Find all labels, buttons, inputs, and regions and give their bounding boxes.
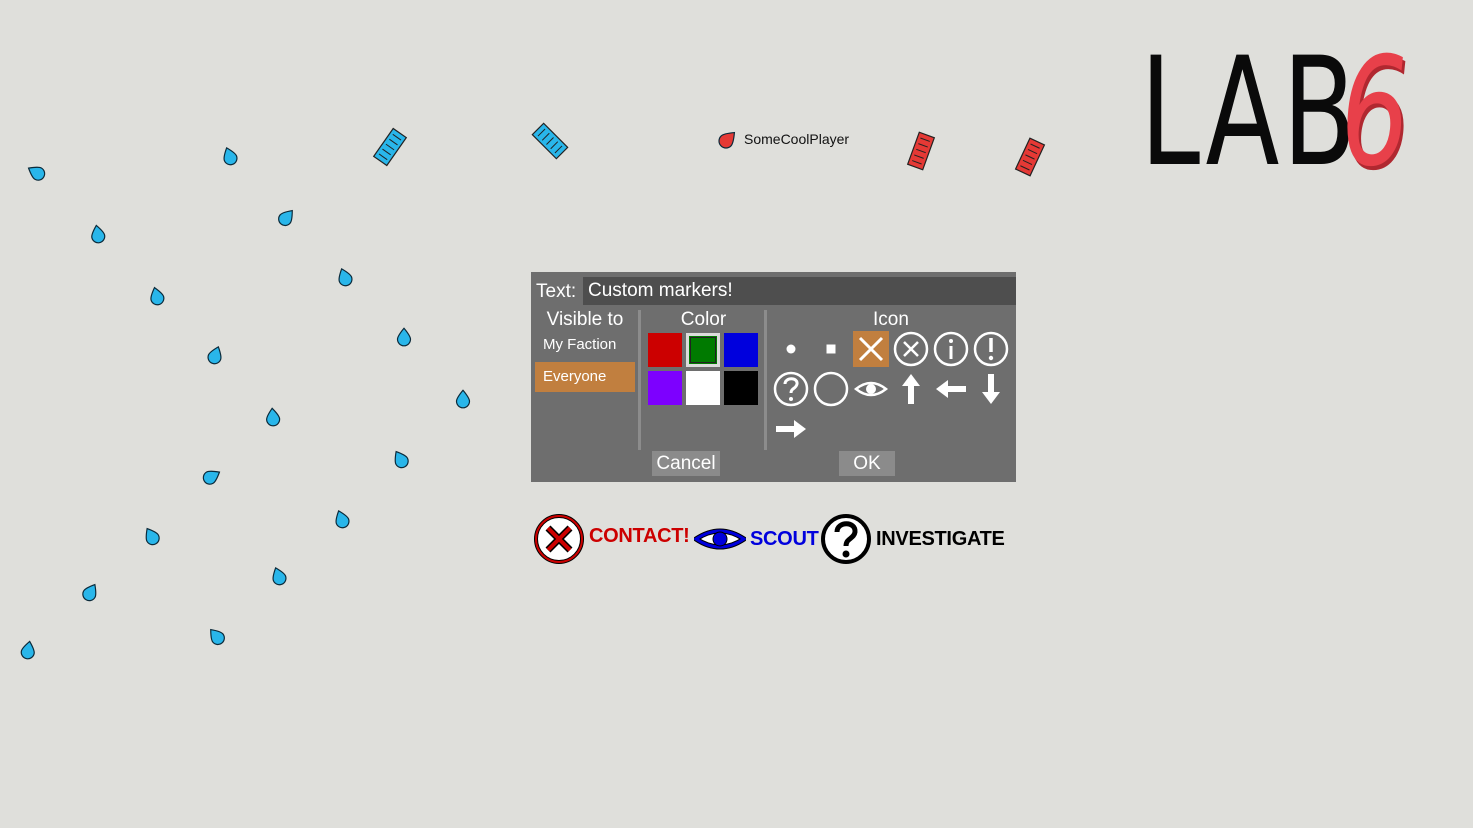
color-title: Color — [680, 309, 727, 330]
friendly-unit[interactable] — [90, 224, 106, 244]
circle-x-icon[interactable] — [893, 331, 929, 367]
friendly-unit[interactable] — [80, 581, 100, 603]
friendly-unit[interactable] — [396, 327, 412, 347]
friendly-unit[interactable] — [333, 509, 351, 530]
color-swatch-black[interactable] — [724, 371, 758, 405]
friendly-vehicle[interactable] — [531, 122, 569, 160]
circle-icon[interactable] — [813, 371, 849, 407]
arrow-right-icon[interactable] — [773, 411, 809, 447]
friendly-unit[interactable] — [221, 146, 239, 167]
friendly-unit[interactable] — [201, 466, 223, 486]
player-name-label: SomeCoolPlayer — [744, 131, 850, 147]
friendly-unit[interactable] — [276, 206, 297, 228]
column-divider — [638, 310, 641, 450]
ok-button[interactable]: OK — [839, 451, 895, 476]
marker-label: INVESTIGATE — [876, 527, 1005, 550]
marker-text-row: Text: — [536, 277, 1016, 305]
friendly-unit[interactable] — [148, 286, 165, 306]
arrow-left-icon[interactable] — [933, 371, 969, 407]
friendly-unit[interactable] — [390, 448, 410, 470]
friendly-unit[interactable] — [270, 566, 288, 587]
arrow-down-icon[interactable] — [973, 371, 1009, 407]
friendly-unit[interactable] — [206, 625, 227, 647]
visible-option-everyone[interactable]: Everyone — [535, 362, 635, 392]
question-icon — [821, 514, 871, 564]
color-swatch-red[interactable] — [648, 333, 682, 367]
icon-title: Icon — [873, 309, 909, 330]
friendly-unit[interactable] — [455, 389, 471, 409]
eye-icon[interactable] — [853, 371, 889, 407]
marker-label: SCOUT — [750, 527, 819, 550]
marker-scout[interactable]: SCOUT — [694, 513, 819, 565]
logo-lab-text: LAB — [1140, 26, 1360, 200]
arrow-up-icon[interactable] — [893, 371, 929, 407]
friendly-unit[interactable] — [336, 267, 354, 288]
color-swatch-purple[interactable] — [648, 371, 682, 405]
cancel-button[interactable]: Cancel — [652, 451, 720, 476]
friendly-unit[interactable] — [266, 407, 281, 427]
enemy-vehicle[interactable] — [1014, 137, 1046, 177]
player-unit[interactable] — [716, 128, 739, 151]
info-icon[interactable] — [933, 331, 969, 367]
friendly-vehicle[interactable] — [372, 127, 408, 167]
exclamation-icon[interactable] — [973, 331, 1009, 367]
cross-icon[interactable] — [853, 331, 889, 367]
eye-icon — [694, 528, 746, 550]
circle-x-icon — [534, 514, 584, 564]
marker-contact[interactable]: CONTACT! — [533, 513, 690, 565]
visible-to-title: Visible to — [546, 309, 624, 330]
friendly-unit[interactable] — [206, 345, 224, 366]
square-icon[interactable] — [813, 331, 849, 367]
marker-investigate[interactable]: INVESTIGATE — [820, 513, 1005, 565]
marker-dialog: Text: Visible to My Faction Everyone Col… — [531, 272, 1016, 482]
dot-icon[interactable] — [773, 331, 809, 367]
color-swatch-white[interactable] — [686, 371, 720, 405]
column-divider — [764, 310, 767, 450]
color-swatch-green[interactable] — [686, 333, 720, 367]
color-swatch-blue[interactable] — [724, 333, 758, 367]
enemy-vehicle[interactable] — [906, 131, 936, 171]
lab6-logo: LAB 6 — [1140, 26, 1445, 200]
visible-option-my-faction[interactable]: My Faction — [535, 330, 635, 360]
text-label: Text: — [536, 281, 577, 302]
question-icon[interactable] — [773, 371, 809, 407]
marker-label: CONTACT! — [589, 524, 690, 547]
marker-text-input[interactable] — [583, 277, 1016, 305]
friendly-unit[interactable] — [25, 162, 47, 182]
friendly-unit[interactable] — [20, 640, 36, 660]
friendly-unit[interactable] — [141, 525, 161, 547]
logo-six-text: 6 — [1331, 26, 1418, 200]
